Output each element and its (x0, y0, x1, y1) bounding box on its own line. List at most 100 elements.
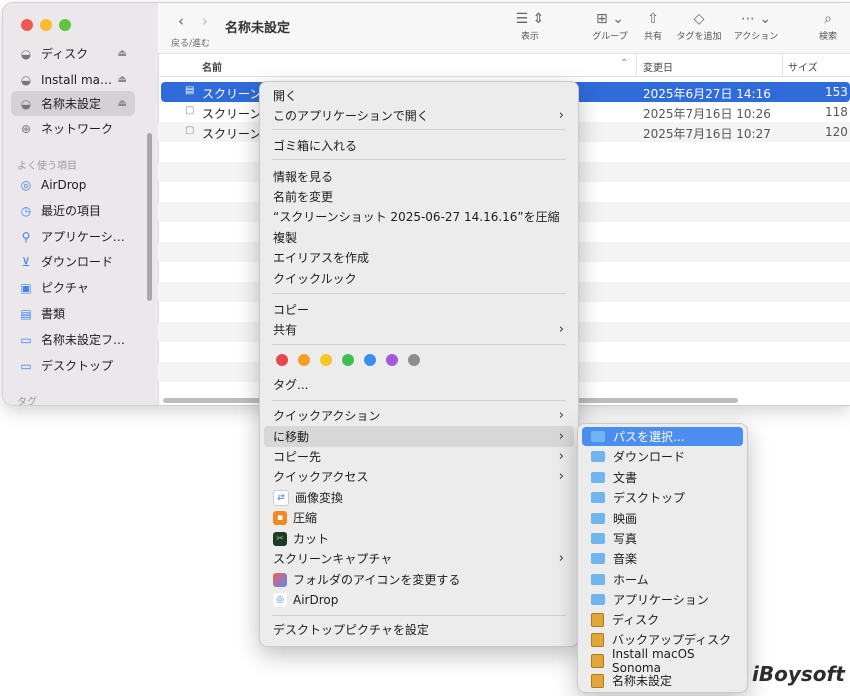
menu-item-move-to-trash[interactable]: ゴミ箱に入れる (264, 135, 574, 156)
column-modified-header[interactable]: 変更日 (643, 59, 673, 74)
nav-label: 戻る/進む (171, 39, 211, 49)
submenu-item-desktop[interactable]: デスクトップ (582, 488, 743, 507)
disk-icon (591, 673, 604, 688)
share-button[interactable]: ⇧ 共有 (638, 9, 668, 42)
tag-color-red[interactable] (276, 354, 288, 366)
menu-item-quick-look[interactable]: クイックルック (264, 268, 574, 289)
sidebar-item-recents[interactable]: ◷ 最近の項目 (11, 198, 135, 223)
menu-item-rename[interactable]: 名前を変更 (264, 186, 574, 207)
sidebar-item-desktop[interactable]: ▭ デスクトップ (11, 353, 135, 378)
back-icon[interactable]: ‹ (178, 12, 184, 30)
download-icon: ⊻ (21, 254, 31, 269)
folder-icon: ▭ (20, 332, 32, 347)
close-window-button[interactable] (21, 19, 33, 31)
forward-icon[interactable]: › (202, 12, 208, 30)
tag-color-orange[interactable] (298, 354, 310, 366)
group-button[interactable]: ⊞ ⌄ グループ (586, 9, 634, 42)
submenu-item-music[interactable]: 音楽 (582, 549, 743, 568)
menu-item-share[interactable]: 共有 › (264, 319, 574, 340)
submenu-item-untitled[interactable]: 名称未設定 (582, 671, 743, 690)
menu-item-copy-to[interactable]: コピー先 › (264, 446, 574, 467)
scissors-icon: ✂ (273, 531, 287, 546)
menu-item-copy[interactable]: コピー (264, 299, 574, 320)
column-size-header[interactable]: サイズ (788, 59, 818, 74)
folder-icon (591, 431, 605, 442)
sidebar-item-untitled[interactable]: ◒ 名称未設定 ⏏ (11, 91, 135, 116)
menu-separator (272, 615, 566, 616)
watermark-logo: iBoysoft (752, 662, 845, 686)
menu-item-tags[interactable]: タグ... (264, 374, 574, 395)
image-file-icon: ▢ (185, 125, 195, 136)
tag-color-yellow[interactable] (320, 354, 332, 366)
menu-item-image-convert[interactable]: ⇄ 画像変換 (264, 487, 574, 508)
submenu-item-movies[interactable]: 映画 (582, 509, 743, 528)
sidebar-scrollbar[interactable] (147, 133, 152, 301)
sidebar-item-install-macos[interactable]: ◒ Install mac… ⏏ (11, 67, 135, 92)
folder-icon (591, 594, 605, 605)
menu-item-open[interactable]: 開く (264, 85, 574, 106)
disk-icon: ◒ (20, 72, 32, 87)
submenu-item-home[interactable]: ホーム (582, 570, 743, 589)
menu-item-quick-access[interactable]: クイックアクセス › (264, 466, 574, 487)
sidebar-item-documents[interactable]: ▤ 書類 (11, 301, 135, 326)
add-tag-button[interactable]: ◇ タグを追加 (668, 9, 730, 42)
tag-color-gray[interactable] (408, 354, 420, 366)
document-icon: ▤ (20, 306, 32, 321)
search-icon: ⌕ (824, 11, 832, 27)
window-title: 名称未設定 (225, 21, 291, 36)
submenu-item-disk[interactable]: ディスク (582, 610, 743, 629)
submenu-item-choose-path[interactable]: パスを選択... (582, 427, 743, 446)
sidebar-item-applications[interactable]: ⚲ アプリケーシ… (11, 224, 135, 249)
sidebar-item-airdrop[interactable]: ◎ AirDrop (11, 172, 135, 197)
menu-item-cut[interactable]: ✂ カット (264, 528, 574, 549)
menu-item-move-to[interactable]: に移動 › (264, 426, 574, 447)
menu-item-screen-capture[interactable]: スクリーンキャプチャ › (264, 548, 574, 569)
list-header: 名前 ⌃ 変更日 サイズ (158, 54, 850, 77)
folder-icon (591, 451, 605, 462)
action-button[interactable]: ⋯ ⌄ アクション (728, 9, 784, 42)
menu-item-change-folder-icon[interactable]: フォルダのアイコンを変更する (264, 569, 574, 590)
menu-item-get-info[interactable]: 情報を見る (264, 166, 574, 187)
sort-chevron-icon[interactable]: ⌃ (620, 58, 628, 69)
submenu-item-applications[interactable]: アプリケーション (582, 590, 743, 609)
search-button[interactable]: ⌕ 検索 (813, 9, 843, 42)
more-icon: ⋯ ⌄ (740, 11, 772, 27)
folder-colors-icon (273, 572, 287, 587)
column-name-header[interactable]: 名前 (202, 59, 222, 74)
eject-icon[interactable]: ⏏ (118, 74, 127, 85)
submenu-item-documents[interactable]: 文書 (582, 468, 743, 487)
airdrop-icon: ◎ (273, 592, 287, 607)
chevron-right-icon: › (558, 322, 564, 337)
clock-icon: ◷ (20, 203, 32, 218)
submenu-item-downloads[interactable]: ダウンロード (582, 447, 743, 466)
tag-color-blue[interactable] (364, 354, 376, 366)
archive-icon: ▪ (273, 510, 287, 525)
menu-item-make-alias[interactable]: エイリアスを作成 (264, 247, 574, 268)
tag-color-purple[interactable] (386, 354, 398, 366)
sidebar-item-pictures[interactable]: ▣ ピクチャ (11, 275, 135, 300)
menu-item-duplicate[interactable]: 複製 (264, 227, 574, 248)
eject-icon[interactable]: ⏏ (118, 98, 127, 109)
chevron-right-icon: › (558, 429, 564, 444)
menu-item-quick-actions[interactable]: クイックアクション › (264, 405, 574, 426)
grid-icon: ⊞ ⌄ (596, 11, 624, 27)
eject-icon[interactable]: ⏏ (118, 48, 127, 59)
share-icon: ⇧ (647, 11, 659, 27)
minimize-window-button[interactable] (40, 19, 52, 31)
sidebar-item-network[interactable]: ⊕ ネットワーク (11, 116, 135, 141)
menu-item-compress[interactable]: “スクリーンショット 2025-06-27 14.16.16”を圧縮 (264, 206, 574, 227)
sidebar-item-disk[interactable]: ◒ ディスク ⏏ (11, 41, 135, 66)
submenu-item-install-macos[interactable]: Install macOS Sonoma (582, 647, 743, 675)
zoom-window-button[interactable] (59, 19, 71, 31)
view-button[interactable]: ☰ ⇕ 表示 (510, 9, 550, 42)
menu-item-compress-app[interactable]: ▪ 圧縮 (264, 507, 574, 528)
picture-icon: ▣ (20, 280, 32, 295)
sidebar-item-downloads[interactable]: ⊻ ダウンロード (11, 249, 135, 274)
menu-item-open-with[interactable]: このアプリケーションで開く › (264, 105, 574, 126)
tag-color-green[interactable] (342, 354, 354, 366)
menu-item-set-desktop-picture[interactable]: デスクトップピクチャを設定 (264, 619, 574, 640)
submenu-item-pictures[interactable]: 写真 (582, 529, 743, 548)
folder-icon (591, 513, 605, 524)
menu-item-airdrop[interactable]: ◎ AirDrop (264, 589, 574, 610)
sidebar-item-untitled-folder[interactable]: ▭ 名称未設定フ… (11, 327, 135, 352)
